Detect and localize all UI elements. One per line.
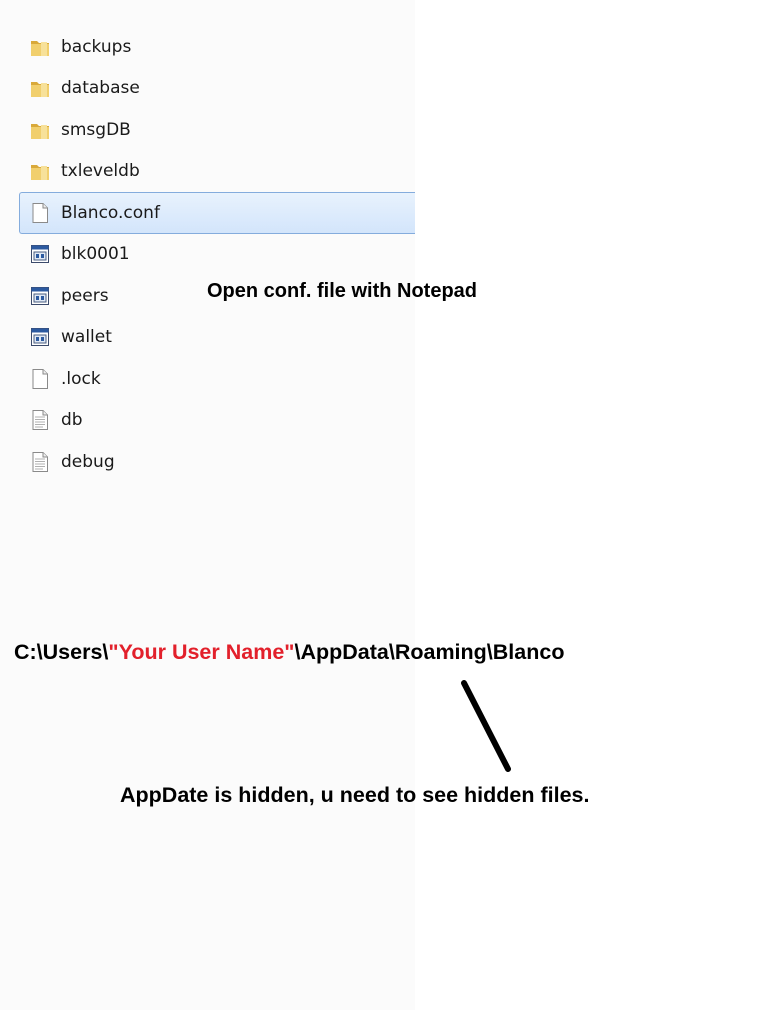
file-name: database [61,78,140,99]
blank-file-icon [29,368,51,390]
list-item-txleveldb[interactable]: txleveldb [19,151,415,193]
folder-icon [29,119,51,141]
path-suffix: \AppData\Roaming\Blanco [294,640,565,664]
file-name: txleveldb [61,161,140,182]
file-name: db [61,410,83,431]
file-name: .lock [61,368,101,389]
data-file-icon [29,243,51,265]
list-item-blk0001[interactable]: blk0001 [19,234,415,276]
list-item-database[interactable]: database [19,68,415,110]
path-user-placeholder: "Your User Name" [108,640,295,664]
folder-path-caption: C:\Users\"Your User Name"\AppData\Roamin… [14,640,564,665]
data-file-icon [29,326,51,348]
list-item-debug[interactable]: debug [19,441,415,483]
hidden-files-note: AppDate is hidden, u need to see hidden … [120,783,590,807]
blank-file-icon [29,202,51,224]
file-name: blk0001 [61,244,130,265]
text-file-icon [29,451,51,473]
list-item-backups[interactable]: backups [19,26,415,68]
list-item-smsgdb[interactable]: smsgDB [19,109,415,151]
list-item-lock[interactable]: .lock [19,358,415,400]
folder-icon [29,160,51,182]
file-name: wallet [61,327,112,348]
data-file-icon [29,285,51,307]
folder-icon [29,77,51,99]
list-item-wallet[interactable]: wallet [19,317,415,359]
folder-icon [29,36,51,58]
list-item-blanco-conf[interactable]: Blanco.conf [19,192,415,234]
path-prefix: C:\Users\ [14,640,109,664]
file-name: Blanco.conf [61,202,160,223]
list-item-db[interactable]: db [19,400,415,442]
file-name: smsgDB [61,119,131,140]
file-list: backups database smsgDB txleveldb Blanco… [19,26,415,483]
open-conf-caption: Open conf. file with Notepad [207,280,477,302]
file-name: debug [61,451,115,472]
file-name: backups [61,36,132,57]
file-list-panel: backups database smsgDB txleveldb Blanco… [0,0,415,1010]
file-name: peers [61,285,109,306]
text-file-icon [29,409,51,431]
